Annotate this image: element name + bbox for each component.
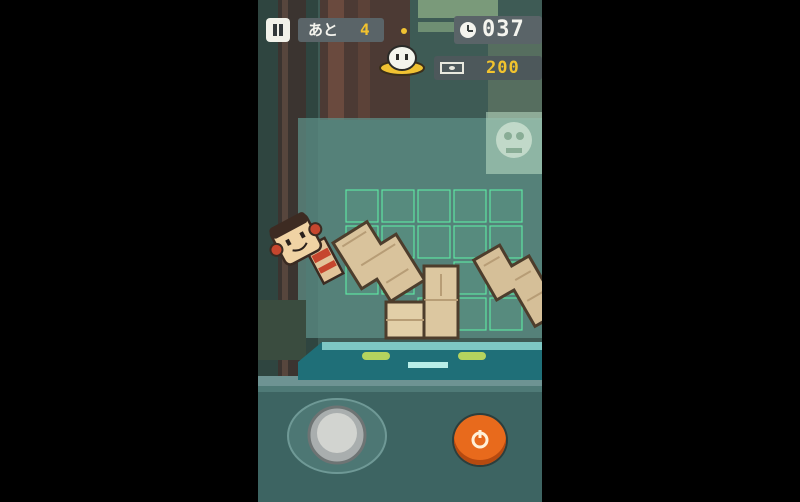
cardboard-box-tall [422,264,460,340]
remaining-label: あと [308,21,339,39]
jump-icon [471,430,489,449]
remaining-counter: あと 4 [298,18,384,42]
virtual-joystick[interactable] [286,397,388,475]
cardboard-box-small [384,300,426,340]
remaining-count: 4 [360,20,370,39]
money-panel: 200 [434,56,542,80]
pause-button[interactable] [266,18,290,42]
glowing-statue [486,112,542,174]
clock-icon [460,22,476,38]
jump-button[interactable] [454,415,506,465]
timer-panel: 037 [454,16,542,44]
game-screen[interactable]: あと 4 037 200 [258,0,542,502]
money-value: 200 [486,58,520,78]
timer-value: 037 [482,17,525,42]
money-icon [440,62,464,74]
